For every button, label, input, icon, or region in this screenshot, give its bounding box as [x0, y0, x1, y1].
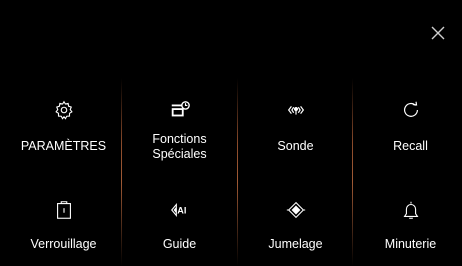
- menu-item-label: Jumelage: [268, 237, 323, 251]
- menu-item-sonde[interactable]: Sonde: [238, 98, 353, 154]
- menu-item-minuterie[interactable]: Minuterie: [353, 198, 462, 252]
- menu-item-label: Verrouillage: [30, 237, 97, 251]
- menu-grid: PARAMÈTRES Fonctions Spéciales Sonde Rec…: [0, 78, 462, 266]
- probe-icon: [284, 98, 308, 122]
- menu-item-label: Guide: [162, 237, 197, 251]
- menu-item-guide[interactable]: AI Guide: [122, 198, 237, 252]
- close-icon: [431, 26, 445, 45]
- menu-item-label: Fonctions Spéciales: [152, 132, 207, 161]
- gear-icon: [52, 98, 76, 122]
- close-button[interactable]: [427, 24, 449, 46]
- menu-item-jumelage[interactable]: Jumelage: [238, 198, 353, 252]
- lock-icon: [52, 198, 76, 222]
- bell-icon: [399, 198, 423, 222]
- menu-item-label: Recall: [393, 139, 428, 153]
- menu-item-parametres[interactable]: PARAMÈTRES: [6, 98, 121, 154]
- recall-icon: [399, 98, 423, 122]
- ai-guide-icon: AI: [168, 198, 192, 222]
- menu-item-label: Sonde: [277, 139, 314, 153]
- menu-item-label: PARAMÈTRES: [20, 139, 107, 153]
- special-functions-icon: [168, 98, 192, 122]
- menu-item-verrouillage[interactable]: Verrouillage: [6, 198, 121, 252]
- menu-item-recall[interactable]: Recall: [353, 98, 462, 154]
- pairing-icon: [284, 198, 308, 222]
- menu-item-fonctions-speciales[interactable]: Fonctions Spéciales: [122, 98, 237, 162]
- menu-item-label: Minuterie: [384, 237, 437, 251]
- svg-text:AI: AI: [177, 206, 186, 216]
